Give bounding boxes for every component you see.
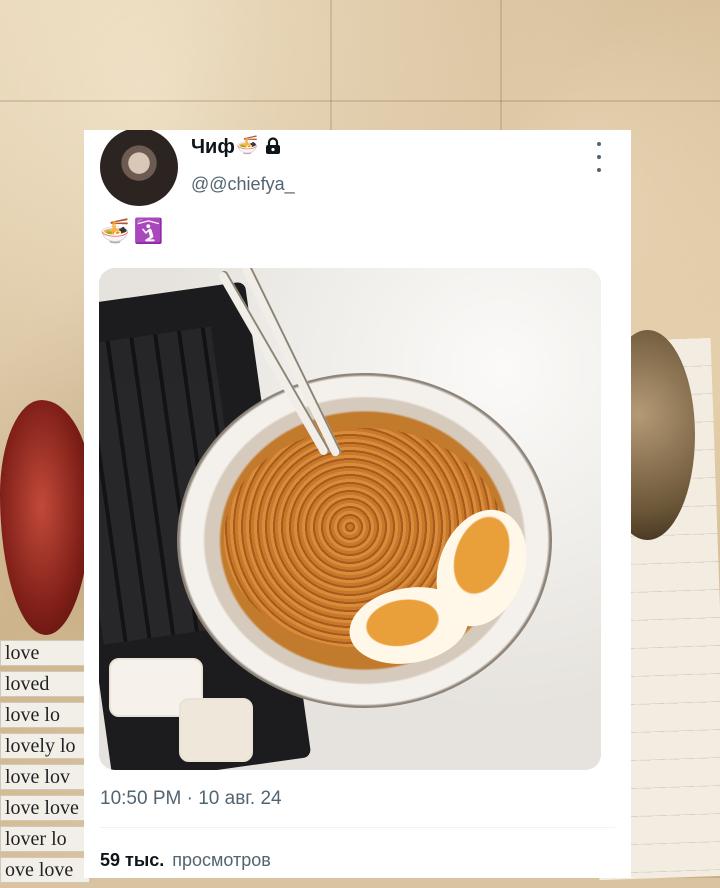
love-strip: love love bbox=[0, 795, 90, 821]
love-strip: lover lo bbox=[0, 826, 90, 852]
author-name[interactable]: Чиф bbox=[191, 136, 235, 159]
love-strip: love lo bbox=[0, 702, 90, 728]
dot bbox=[597, 155, 601, 159]
tweet-card: Чиф 🍜 @@chiefya_ 🍜 🛐 10:50 PM · 10 авг. 2… bbox=[84, 130, 631, 878]
divider bbox=[100, 827, 615, 828]
ramen-emoji: 🍜 bbox=[100, 218, 130, 245]
paper-crease bbox=[0, 100, 720, 102]
views-stat: 59 тыс. просмотров bbox=[100, 850, 271, 871]
ramen-emoji: 🍜 bbox=[236, 135, 259, 155]
dot bbox=[597, 168, 601, 172]
dot bbox=[597, 142, 601, 146]
love-strip: love lov bbox=[0, 764, 90, 790]
lock-icon-svg bbox=[266, 137, 280, 154]
lock-icon bbox=[264, 137, 282, 160]
sticker bbox=[179, 698, 253, 762]
tweet-text: 🍜 🛐 bbox=[100, 217, 168, 246]
love-text-strips: love loved love lo lovely lo love lov lo… bbox=[0, 640, 90, 888]
views-label: просмотров bbox=[172, 850, 271, 870]
avatar[interactable] bbox=[100, 130, 178, 206]
tweet-timestamp[interactable]: 10:50 PM · 10 авг. 24 bbox=[100, 788, 282, 810]
paper-crease bbox=[330, 0, 332, 140]
love-strip: love bbox=[0, 640, 90, 666]
tweet-photo[interactable] bbox=[99, 268, 601, 770]
paper-crease bbox=[500, 0, 502, 130]
love-strip: loved bbox=[0, 671, 90, 697]
love-strip: ove love bbox=[0, 857, 90, 883]
more-options-icon[interactable] bbox=[589, 142, 609, 172]
love-strip: lovely lo bbox=[0, 733, 90, 759]
praying-emoji: 🛐 bbox=[133, 218, 164, 245]
views-count: 59 тыс. bbox=[100, 850, 165, 870]
author-handle[interactable]: @@chiefya_ bbox=[191, 174, 295, 195]
